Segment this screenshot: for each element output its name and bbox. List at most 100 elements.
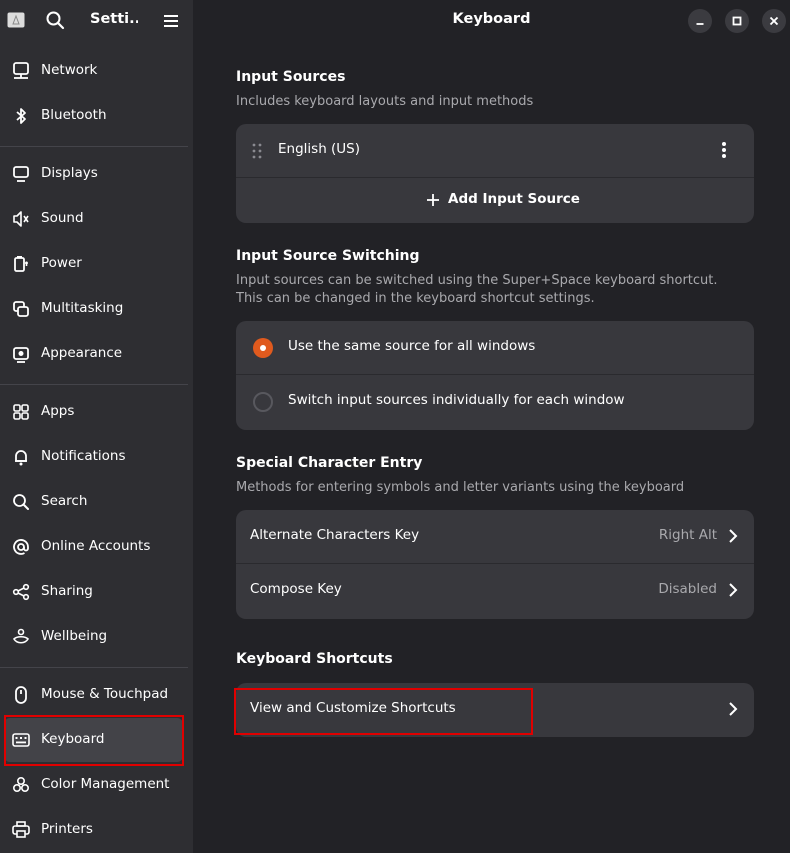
chevron-right-icon — [729, 529, 738, 543]
sidebar-item-network[interactable]: Network — [0, 49, 188, 93]
sidebar-item-label: Power — [41, 255, 82, 271]
add-input-source-button[interactable]: Add Input Source — [236, 178, 754, 222]
sidebar-item-label: Search — [41, 493, 88, 509]
input-sources-title: Input Sources — [236, 69, 346, 85]
sidebar-item-notifications[interactable]: Notifications — [0, 435, 188, 479]
compose-key-label: Compose Key — [250, 581, 342, 597]
apps-icon — [13, 404, 29, 420]
maximize-button[interactable] — [725, 9, 749, 33]
sidebar-item-label: Online Accounts — [41, 538, 151, 554]
sidebar-item-label: Apps — [41, 403, 75, 419]
sidebar-separator — [0, 384, 188, 385]
sidebar-item-multitasking[interactable]: Multitasking — [0, 287, 188, 331]
sidebar-item-label: Sound — [41, 210, 84, 226]
sidebar-item-label: Color Management — [41, 776, 170, 792]
bluetooth-icon — [16, 108, 26, 124]
alternate-characters-key-row[interactable]: Alternate Characters Key Right Alt — [236, 510, 754, 564]
sidebar-item-color-management[interactable]: Color Management — [0, 763, 188, 807]
radio-individual-source[interactable] — [253, 392, 273, 412]
option-same-source-row[interactable]: Use the same source for all windows — [236, 321, 754, 375]
network-icon — [13, 62, 29, 79]
special-character-subtitle: Methods for entering symbols and letter … — [236, 480, 685, 495]
switching-subtitle-line2: This can be changed in the keyboard shor… — [236, 291, 595, 306]
input-source-label: English (US) — [278, 141, 361, 157]
sidebar-item-label: Displays — [41, 165, 98, 181]
drag-handle-icon[interactable] — [252, 142, 262, 160]
switching-title: Input Source Switching — [236, 248, 420, 264]
sound-icon — [13, 211, 29, 227]
power-icon — [14, 256, 28, 272]
sidebar-item-apps[interactable]: Apps — [0, 390, 188, 434]
switching-card: Use the same source for all windows Swit… — [236, 321, 754, 430]
sidebar-item-power[interactable]: Power — [0, 242, 188, 286]
option-same-source-label: Use the same source for all windows — [288, 338, 536, 354]
sidebar-item-keyboard[interactable]: Keyboard — [4, 718, 183, 762]
multitasking-icon — [13, 301, 29, 317]
sidebar-item-printers[interactable]: Printers — [0, 808, 188, 852]
printer-icon — [12, 821, 30, 838]
special-character-card: Alternate Characters Key Right Alt Compo… — [236, 510, 754, 619]
alternate-characters-key-label: Alternate Characters Key — [250, 527, 420, 543]
chevron-right-icon — [729, 583, 738, 597]
sidebar-item-sharing[interactable]: Sharing — [0, 570, 188, 614]
sidebar-item-displays[interactable]: Displays — [0, 152, 188, 196]
sidebar-item-wellbeing[interactable]: Wellbeing — [0, 615, 188, 659]
sidebar-item-online-accounts[interactable]: Online Accounts — [0, 525, 188, 569]
sidebar: Setti... Network — [0, 0, 193, 853]
sidebar-item-label: Sharing — [41, 583, 93, 599]
sidebar-item-label: Network — [41, 62, 98, 78]
input-source-row[interactable]: English (US) — [236, 124, 754, 178]
view-customize-shortcuts-label: View and Customize Shortcuts — [250, 700, 456, 716]
settings-window: Setti... Network — [0, 0, 790, 853]
sidebar-header: Setti... — [0, 0, 193, 40]
chevron-right-icon — [729, 702, 738, 716]
sidebar-item-label: Appearance — [41, 345, 123, 361]
sidebar-item-label: Printers — [41, 821, 93, 837]
view-customize-shortcuts-row[interactable]: View and Customize Shortcuts — [236, 683, 754, 737]
minimize-icon — [696, 23, 704, 25]
sidebar-title: Setti... — [90, 11, 138, 27]
sidebar-separator — [0, 667, 188, 668]
alternate-characters-key-value: Right Alt — [658, 527, 717, 543]
sidebar-item-sound[interactable]: Sound — [0, 197, 188, 241]
sidebar-item-bluetooth[interactable]: Bluetooth — [0, 94, 188, 138]
special-character-title: Special Character Entry — [236, 455, 423, 471]
hamburger-menu-icon[interactable] — [160, 10, 182, 32]
switching-subtitle-line1: Input sources can be switched using the … — [236, 273, 718, 288]
sidebar-separator — [0, 146, 188, 147]
display-icon — [13, 166, 29, 182]
sidebar-item-appearance[interactable]: Appearance — [0, 332, 188, 376]
keyboard-icon — [12, 733, 30, 747]
compose-key-row[interactable]: Compose Key Disabled — [236, 564, 754, 618]
sidebar-item-label: Wellbeing — [41, 628, 108, 644]
at-icon — [13, 539, 29, 555]
option-individual-source-row[interactable]: Switch input sources individually for ea… — [236, 375, 754, 429]
sidebar-item-label: Notifications — [41, 448, 126, 464]
keyboard-shortcuts-card: View and Customize Shortcuts — [236, 683, 754, 737]
sidebar-item-label: Multitasking — [41, 300, 124, 316]
maximize-icon — [732, 16, 742, 26]
color-icon — [12, 776, 30, 793]
input-sources-subtitle: Includes keyboard layouts and input meth… — [236, 94, 534, 109]
radio-same-source[interactable] — [253, 338, 273, 358]
close-icon — [769, 16, 779, 26]
sidebar-item-label: Mouse & Touchpad — [41, 686, 169, 702]
sidebar-item-label: Keyboard — [41, 731, 105, 747]
appearance-icon — [13, 347, 29, 363]
keyboard-shortcuts-title: Keyboard Shortcuts — [236, 651, 393, 667]
bell-icon — [15, 450, 27, 466]
compose-key-value: Disabled — [658, 581, 717, 597]
sidebar-item-label: Bluetooth — [41, 107, 107, 123]
more-options-icon[interactable] — [721, 141, 727, 159]
main-panel: Keyboard Input Sources Includes keyboard… — [193, 0, 790, 853]
add-input-source-label: Add Input Source — [448, 191, 580, 207]
search-icon — [13, 494, 29, 510]
search-icon[interactable] — [44, 9, 66, 31]
sidebar-item-mouse-touchpad[interactable]: Mouse & Touchpad — [0, 673, 188, 717]
app-icon — [7, 12, 25, 28]
sidebar-item-search[interactable]: Search — [0, 480, 188, 524]
input-sources-card: English (US) Add Input Source — [236, 124, 754, 223]
close-button[interactable] — [762, 9, 786, 33]
minimize-button[interactable] — [688, 9, 712, 33]
option-individual-source-label: Switch input sources individually for ea… — [288, 392, 625, 408]
